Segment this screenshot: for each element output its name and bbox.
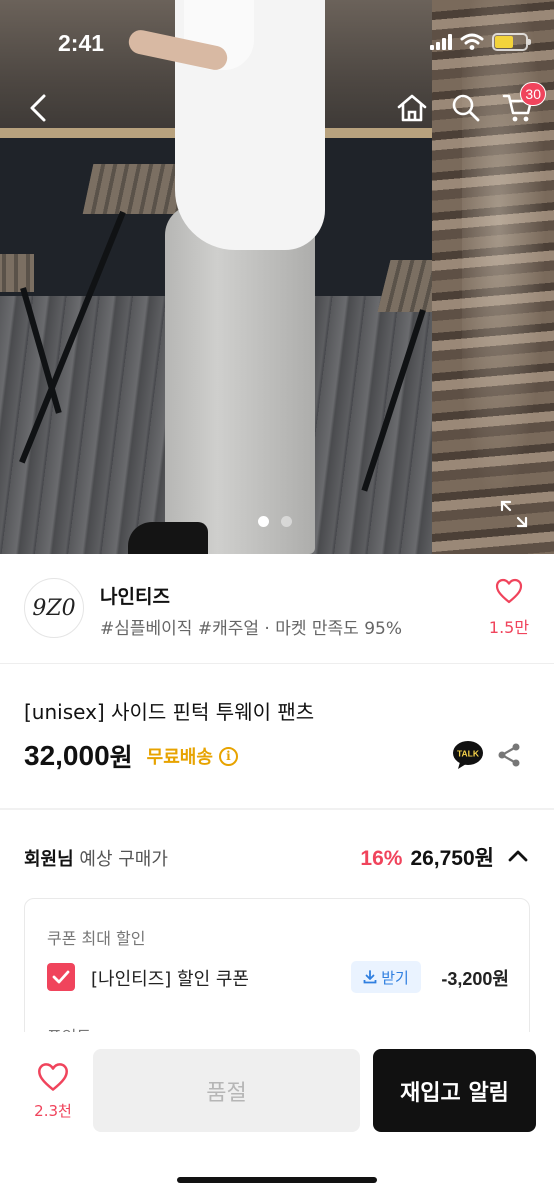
section-divider	[0, 808, 554, 810]
search-button[interactable]	[446, 88, 486, 128]
restock-alert-button[interactable]: 재입고 알림	[373, 1049, 536, 1132]
member-price: 16% 26,750원	[360, 842, 494, 872]
expand-image-button[interactable]	[498, 498, 530, 530]
member-price-amount: 26,750원	[410, 847, 494, 870]
home-indicator	[177, 1177, 377, 1183]
price-row: 32,000 원 무료배송 i	[24, 738, 238, 774]
coupon-section-title: 쿠폰 최대 할인	[47, 929, 146, 948]
product-title: [unisex] 사이드 핀턱 투웨이 팬츠	[24, 700, 315, 724]
coupon-row[interactable]: [나인티즈] 할인 쿠폰 받기 -3,200원	[47, 961, 509, 995]
cellular-signal-icon	[430, 34, 452, 50]
coupon-checkbox[interactable]	[47, 963, 75, 991]
brand-tags: #심플베이직 #캐주얼 · 마켓 만족도 95%	[100, 619, 403, 639]
back-button[interactable]	[18, 88, 58, 128]
coupon-amount: -3,200원	[441, 969, 509, 989]
info-icon[interactable]: i	[218, 746, 238, 766]
table-edge	[0, 254, 34, 292]
gallery-dot-active[interactable]	[258, 516, 269, 527]
home-button[interactable]	[392, 88, 432, 128]
status-time: 2:41	[58, 30, 105, 56]
product-image[interactable]	[0, 0, 554, 554]
cart-count-badge: 30	[520, 82, 546, 106]
cart-button[interactable]: 30	[498, 82, 546, 128]
like-count: 2.3천	[34, 1102, 72, 1120]
coupon-receive-button[interactable]: 받기	[351, 961, 421, 993]
receive-label: 받기	[381, 968, 409, 987]
wifi-icon	[460, 33, 484, 50]
brand-like-button[interactable]: 1.5만	[482, 578, 536, 638]
brand-row[interactable]: 9Z0 나인티즈 #심플베이직 #캐주얼 · 마켓 만족도 95% 1.5만	[0, 554, 554, 664]
gallery-dot[interactable]	[281, 516, 292, 527]
kakao-talk-icon: TALK	[453, 741, 483, 769]
model-pants	[165, 205, 315, 554]
member-label-strong: 회원님	[24, 849, 74, 870]
download-icon	[363, 970, 377, 984]
member-label-rest: 예상 구매가	[73, 849, 168, 870]
heart-outline-icon	[495, 578, 523, 604]
free-shipping-label: 무료배송	[146, 747, 213, 768]
heart-outline-icon	[38, 1063, 68, 1091]
share-button[interactable]	[496, 742, 522, 768]
battery-icon	[492, 33, 531, 51]
coupon-name: [나인티즈] 할인 쿠폰	[91, 969, 249, 990]
price-unit: 원	[109, 743, 133, 772]
search-icon	[452, 94, 480, 122]
share-icon	[498, 743, 520, 767]
bottom-action-bar: 2.3천 품절 재입고 알림	[0, 1032, 554, 1200]
check-icon	[52, 970, 70, 984]
product-price: 32,000	[24, 740, 110, 771]
model-shoe	[128, 522, 208, 554]
brand-name[interactable]: 나인티즈	[100, 582, 170, 609]
brand-logo[interactable]: 9Z0	[24, 578, 84, 638]
talk-icon-label: TALK	[457, 749, 480, 759]
member-price-label: 회원님 예상 구매가	[24, 845, 168, 871]
like-button[interactable]: 2.3천	[22, 1062, 84, 1121]
chevron-left-icon	[30, 94, 46, 122]
soldout-button: 품절	[93, 1049, 360, 1132]
kakao-talk-button[interactable]: TALK	[452, 740, 484, 770]
status-icons	[430, 33, 531, 51]
gallery-indicator	[258, 516, 292, 527]
expand-icon	[500, 500, 528, 528]
collapse-button[interactable]	[506, 846, 530, 866]
chevron-up-icon	[508, 850, 528, 862]
discount-rate: 16%	[360, 847, 403, 870]
brand-like-count: 1.5만	[488, 618, 530, 637]
home-icon	[397, 94, 427, 122]
